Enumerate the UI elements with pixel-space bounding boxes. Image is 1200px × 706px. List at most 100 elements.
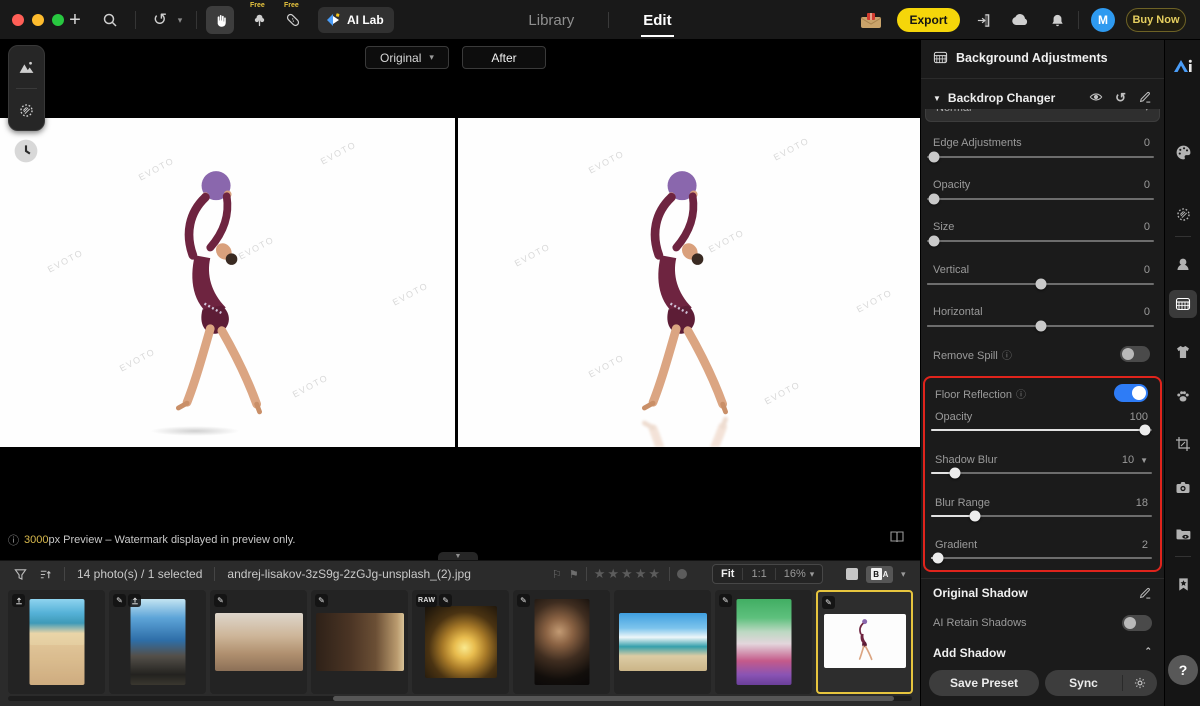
tab-edit[interactable]: Edit [641,12,674,37]
thumbnail-elderly-man[interactable]: ✎ [513,590,610,694]
shadow-blur-slider[interactable] [931,467,1152,479]
edit-mask-icon[interactable] [1138,90,1152,106]
crop-tool-icon[interactable] [1165,432,1200,456]
thumbnail-child-painted-face[interactable]: ✎ [715,590,812,694]
sort-icon[interactable] [39,568,52,581]
add-icon[interactable]: + [64,0,86,40]
chevron-down-icon[interactable]: ▼ [1140,456,1148,465]
toolbar-divider [196,11,197,29]
filmstrip-scrollbar[interactable] [8,696,912,701]
gift-promo-icon[interactable] [858,0,884,40]
tab-library[interactable]: Library [528,12,574,29]
color-label-icon[interactable] [677,569,688,579]
original-view-dropdown[interactable]: Original ▾ [365,46,449,69]
floor-reflection-toggle[interactable] [1114,384,1148,402]
bookmark-preset-icon[interactable] [1165,572,1200,596]
folder-preview-icon[interactable] [1165,522,1200,546]
thumbnail-image [130,599,185,685]
scrollbar-thumb[interactable] [333,696,894,701]
after-view-label: After [491,50,517,65]
pet-tool-icon[interactable] [1165,384,1200,408]
sync-button[interactable]: Sync [1045,676,1122,690]
horizontal-slider[interactable] [927,320,1154,332]
sync-settings-gear-icon[interactable] [1123,676,1157,690]
star-rating[interactable]: ★★★★★ [594,566,662,582]
before-after-toggle[interactable]: B A [866,565,893,583]
remove-spill-toggle[interactable] [1120,346,1150,362]
single-view-icon[interactable] [846,568,858,580]
healing-tool-icon[interactable] [282,0,304,40]
preview-size-value: 3000 [24,534,49,546]
notifications-bell-icon[interactable] [1046,0,1068,40]
strip-divider [1175,236,1191,237]
clothing-tool-icon[interactable] [1165,340,1200,364]
window-controls[interactable] [12,14,64,26]
export-queue-icon[interactable] [972,0,994,40]
palette-tool-icon[interactable] [1165,140,1200,164]
thumbnail-image [424,606,497,678]
original-image-panel[interactable]: EVOTO EVOTO EVOTO EVOTO EVOTO EVOTO EVOT… [0,118,455,447]
zoom-level-value: 16% [783,568,806,580]
thumbnail-coastal-rock[interactable]: ✎ [109,590,206,694]
save-preset-button[interactable]: Save Preset [929,670,1039,696]
texture-tool-icon[interactable] [9,91,44,129]
edge-adjustments-slider[interactable] [927,151,1154,163]
flag-pick-icon[interactable]: ⚐ [552,568,562,581]
thumbnail-gymnast-selected[interactable]: ✎ [816,590,913,694]
blur-range-slider[interactable] [931,510,1152,522]
portrait-tool-icon[interactable] [1165,252,1200,276]
reflection-opacity-slider[interactable] [931,424,1152,436]
preview-eye-icon[interactable] [1089,90,1103,106]
hand-tool-button[interactable] [206,6,234,34]
minimize-window-button[interactable] [32,14,44,26]
original-view-label: Original [380,50,422,65]
toolbar-divider [135,11,136,29]
zoom-actual-button[interactable]: 1:1 [743,565,774,583]
zoom-level-dropdown[interactable]: 16% ▾ [776,565,823,583]
slider-value: 10 [1121,454,1135,466]
export-button[interactable]: Export [897,8,960,32]
thumbnail-woman-interior[interactable]: ✎ [311,590,408,694]
info-icon: ⓘ [8,535,19,547]
thumbnail-tropical-beach[interactable] [614,590,711,694]
undo-history-chevron-icon[interactable]: ▾ [173,0,187,40]
search-icon[interactable] [99,0,121,40]
after-view-button[interactable]: After [462,46,546,69]
flag-reject-icon[interactable]: ⚑ [569,568,579,581]
history-clock-button[interactable] [13,138,39,164]
ai-lab-button[interactable]: AI Lab [318,7,394,33]
cloud-sync-icon[interactable] [1009,0,1031,40]
ai-retain-shadows-toggle[interactable] [1122,615,1152,631]
filter-icon[interactable] [14,568,27,581]
ai-background-tool-icon[interactable] [248,0,270,40]
size-slider[interactable] [927,235,1154,247]
background-image-tool-icon[interactable] [9,48,44,86]
texture-tool-icon[interactable] [1165,202,1200,226]
camera-tool-icon[interactable] [1165,476,1200,500]
zoom-window-button[interactable] [52,14,64,26]
gradient-slider[interactable] [931,552,1152,564]
buy-now-button[interactable]: Buy Now [1126,8,1186,32]
close-window-button[interactable] [12,14,24,26]
collapse-section-icon[interactable]: ▼ [933,94,941,103]
thumbnail-beach-crowd[interactable] [8,590,105,694]
reset-icon[interactable]: ↺ [1115,90,1126,106]
backdrop-changer-title[interactable]: Backdrop Changer [948,91,1055,105]
opacity-slider[interactable] [927,193,1154,205]
view-mode-chevron-icon[interactable]: ▾ [901,569,906,580]
slider-label: Shadow Blur [935,454,998,466]
after-image-panel[interactable]: EVOTO EVOTO EVOTO EVOTO EVOTO EVOTO EVOT… [458,118,920,447]
help-button[interactable]: ? [1168,655,1198,685]
chevron-down-icon: ▾ [429,52,434,62]
vertical-slider[interactable] [927,278,1154,290]
thumbnail-family-portrait[interactable]: ✎ [210,590,307,694]
panel-footer: Save Preset Sync [921,658,1164,706]
undo-icon[interactable]: ↺ [150,0,170,40]
split-view-icon[interactable] [889,530,905,544]
zoom-fit-button[interactable]: Fit [713,565,742,583]
blend-mode-dropdown-clipped[interactable]: Normal ▾ [925,109,1160,123]
avatar[interactable]: M [1091,8,1115,32]
edit-mask-icon[interactable] [1138,586,1152,600]
background-adjustments-tool-selected[interactable] [1169,290,1197,318]
thumbnail-golden-abstract[interactable]: RAW ✎ [412,590,509,694]
